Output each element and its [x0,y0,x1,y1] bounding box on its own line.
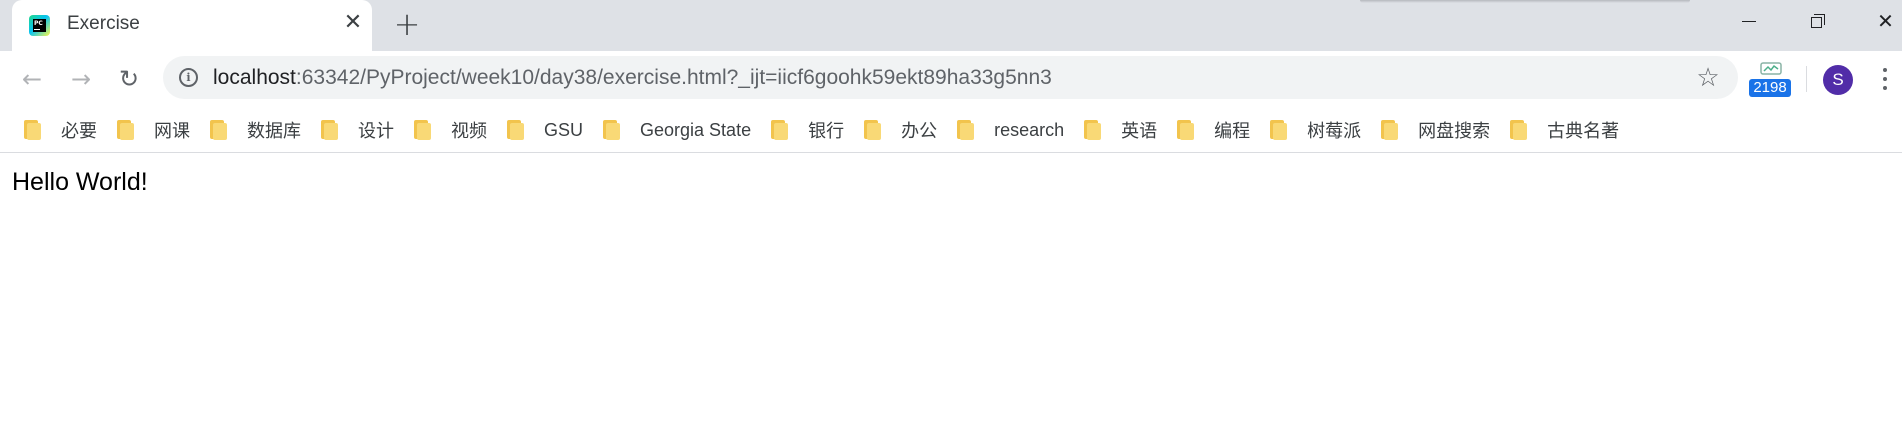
forward-button[interactable]: → [64,62,98,96]
address-bar[interactable]: i localhost:63342/PyProject/week10/day38… [163,56,1738,99]
url-host: localhost [213,66,296,89]
minimize-icon [1742,21,1756,22]
bookmark-folder[interactable]: 网盘搜索 [1371,113,1500,147]
bookmark-label: 数据库 [247,121,301,141]
bookmark-folder[interactable]: 数据库 [200,113,311,147]
bookmark-label: 编程 [1214,121,1251,141]
bookmark-star-icon[interactable]: ☆ [1693,63,1723,93]
folder-icon [1084,120,1102,140]
folder-icon [1381,120,1399,140]
folder-icon [1510,120,1528,140]
bookmark-label: 古典名著 [1547,121,1620,141]
tab-exercise[interactable]: PC Exercise ✕ [12,0,372,51]
window-close-button[interactable]: ✕ [1857,0,1902,42]
url-path: :63342/PyProject/week10/day38/exercise.h… [295,66,1052,89]
folder-icon [321,120,339,140]
page-text: Hello World! [12,168,148,196]
site-info-icon[interactable]: i [179,68,198,87]
bookmark-folder[interactable]: 网课 [107,113,200,147]
extension-logo-icon [1760,62,1782,75]
folder-icon [507,120,525,140]
folder-icon [957,120,975,140]
bookmark-label: 网课 [154,121,190,141]
bookmark-folder[interactable]: 英语 [1074,113,1167,147]
bookmark-label: 设计 [358,121,394,141]
bookmark-label: 办公 [901,121,938,141]
title-bar: PC Exercise ✕ + ✕ [0,0,1902,51]
url-text[interactable]: localhost:63342/PyProject/week10/day38/e… [213,66,1052,90]
bookmark-label: 英语 [1121,121,1158,141]
profile-avatar[interactable]: S [1823,65,1853,95]
bookmark-folder[interactable]: Georgia State [593,113,761,147]
bookmark-folder[interactable]: 办公 [854,113,947,147]
folder-icon [771,120,789,140]
bookmark-label: 树莓派 [1307,121,1362,141]
bookmark-folder[interactable]: 编程 [1167,113,1260,147]
folder-icon [117,120,135,140]
bookmark-label: 网盘搜索 [1418,121,1491,141]
restore-button[interactable] [1788,0,1845,42]
bookmark-folder[interactable]: 视频 [404,113,497,147]
bookmark-folder[interactable]: research [947,113,1074,147]
bookmark-label: 银行 [808,121,845,141]
browser-toolbar: ← → ↻ i localhost:63342/PyProject/week10… [0,51,1902,107]
more-menu-icon[interactable] [1873,65,1897,95]
bookmark-folder[interactable]: 树莓派 [1260,113,1371,147]
bookmark-folder[interactable]: 设计 [311,113,404,147]
favicon-text: PC [34,20,43,27]
reload-button[interactable]: ↻ [112,62,146,96]
tab-title: Exercise [67,13,140,34]
folder-icon [210,120,228,140]
bookmarks-bar: 必要 网课 数据库 设计 视频 GSU Georgia State 银行 办公 research 英… [0,107,1902,153]
page-content: Hello World! [0,154,1902,435]
bookmark-label: 视频 [451,121,487,141]
bookmark-label: 必要 [61,121,97,141]
bookmark-list: 必要 网课 数据库 设计 视频 GSU Georgia State 银行 办公 research 英… [14,107,1629,153]
folder-icon [24,120,42,140]
bookmark-folder[interactable]: GSU [497,113,593,147]
bookmark-folder[interactable]: 必要 [14,113,107,147]
folder-icon [1177,120,1195,140]
toolbar-divider [1806,66,1807,92]
minimize-button[interactable] [1720,0,1777,42]
extension-button[interactable]: 2198 [1747,60,1791,100]
bookmark-label: research [994,119,1065,140]
extension-badge: 2198 [1749,79,1791,97]
folder-icon [864,120,882,140]
new-tab-button[interactable]: + [393,8,421,40]
tab-close-icon[interactable]: ✕ [342,12,364,34]
pycharm-icon: PC [29,15,50,36]
popup-shadow [1360,0,1690,3]
folder-icon [603,120,621,140]
bookmark-folder[interactable]: 古典名著 [1500,113,1629,147]
folder-icon [414,120,432,140]
bookmark-label: Georgia State [640,119,752,140]
back-button[interactable]: ← [15,62,49,96]
bookmark-folder[interactable]: 银行 [761,113,854,147]
folder-icon [1270,120,1288,140]
bookmark-label: GSU [544,119,584,140]
